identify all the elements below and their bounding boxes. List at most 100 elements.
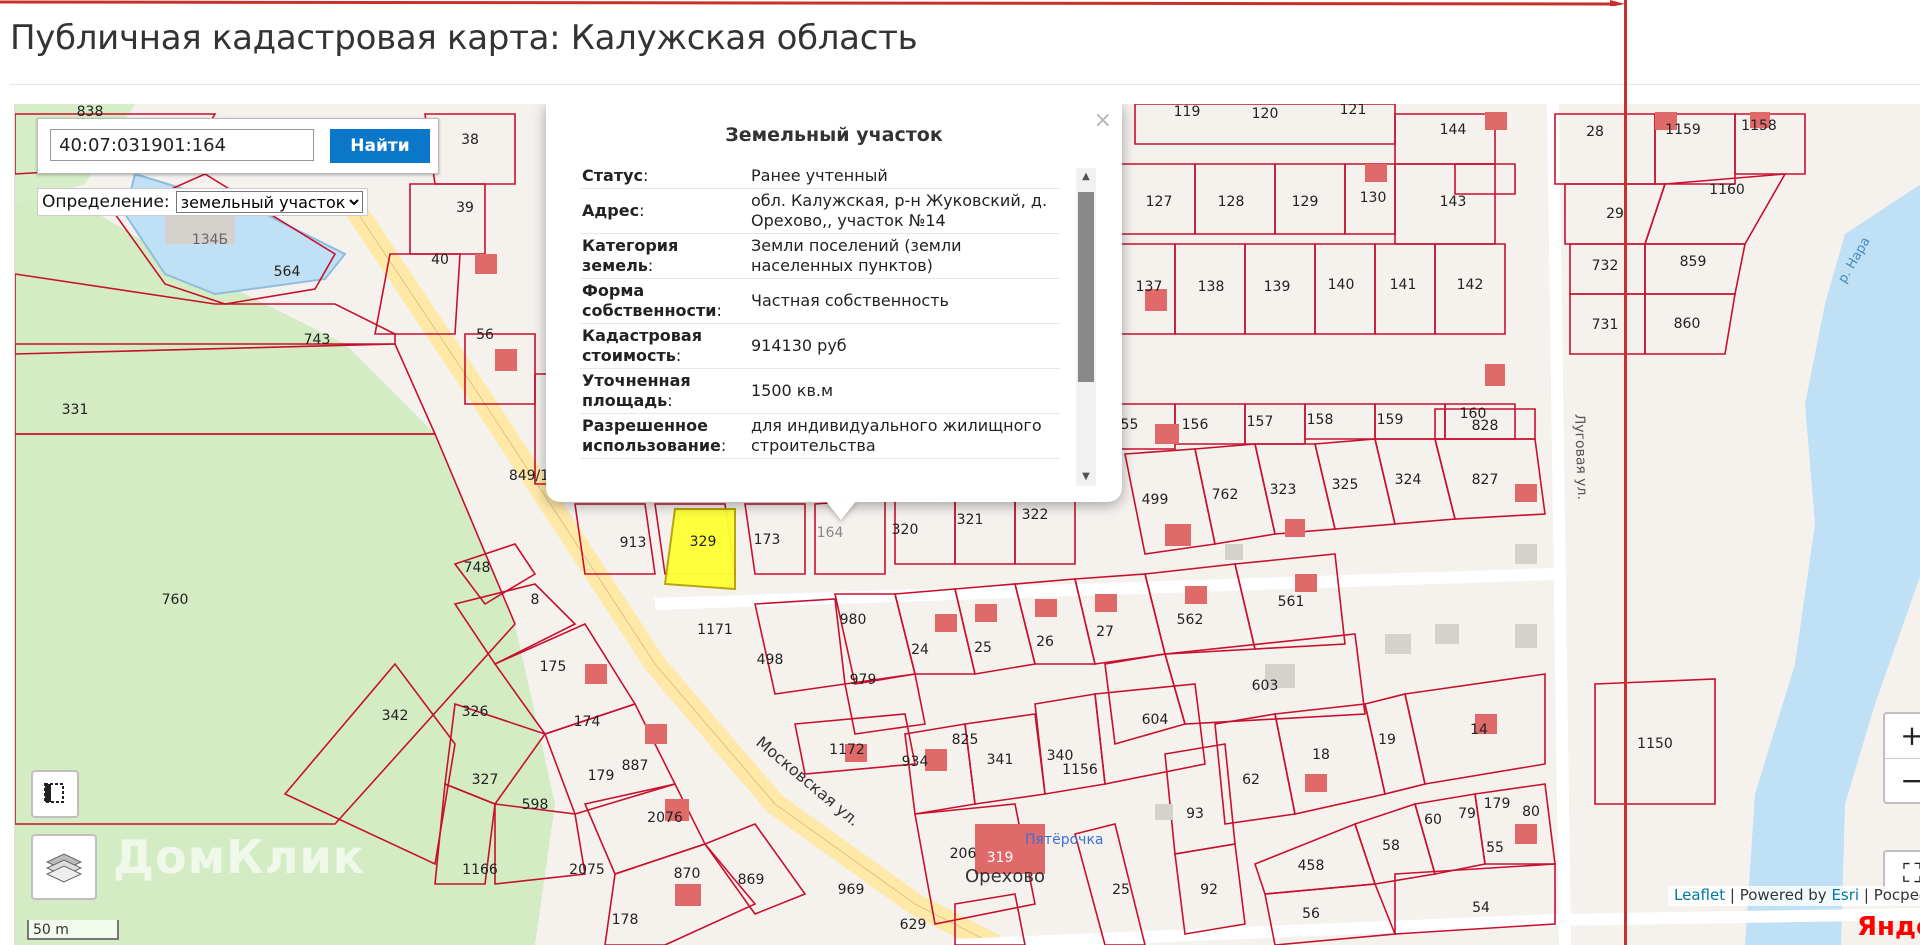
find-button[interactable]: Найти bbox=[330, 129, 430, 163]
parcel-number: 120 bbox=[1252, 106, 1279, 122]
river-nara bbox=[1745, 184, 1920, 945]
parcel-info-popup: × Земельный участок Статус: Ранее учтенны… bbox=[546, 104, 1122, 502]
definition-select[interactable]: земельный участок bbox=[175, 191, 363, 213]
parcel-number: 342 bbox=[382, 708, 409, 724]
parcel-number: 564 bbox=[274, 264, 301, 280]
parcel-number: 129 bbox=[1292, 194, 1319, 210]
parcel-number: 206 bbox=[950, 846, 977, 862]
parcel-number: 56 bbox=[1302, 906, 1320, 922]
esri-link[interactable]: Esri bbox=[1831, 886, 1859, 904]
attribute-value: обл. Калужская, р-н Жуковский, д. Орехов… bbox=[749, 188, 1060, 234]
layers-button[interactable] bbox=[31, 834, 97, 900]
scroll-up-icon[interactable]: ▲ bbox=[1076, 168, 1096, 186]
selection-icon bbox=[44, 783, 64, 803]
zoom-out-button[interactable]: − bbox=[1885, 759, 1920, 803]
parcel-number: 2075 bbox=[569, 862, 605, 878]
parcel-number: 92 bbox=[1200, 882, 1218, 898]
parcel-number: 980 bbox=[840, 612, 867, 628]
parcel-number: 731 bbox=[1592, 317, 1619, 333]
parcel-number: 1156 bbox=[1062, 762, 1098, 778]
parcel-number: 1150 bbox=[1637, 736, 1673, 752]
attribute-value: Частная собственность bbox=[749, 278, 1060, 324]
parcel-number: 121 bbox=[1340, 104, 1367, 118]
parcel-number: 1159 bbox=[1665, 122, 1701, 138]
parcel-number: 130 bbox=[1360, 190, 1387, 206]
parcel-number: 1171 bbox=[697, 622, 733, 638]
parcel-number: 887 bbox=[622, 758, 649, 774]
parcel-number: 2076 bbox=[647, 810, 683, 826]
attribute-row: Категория земель: Земли поселений (земли … bbox=[580, 233, 1060, 279]
parcel-number: 603 bbox=[1252, 678, 1279, 694]
cadastral-map[interactable]: 838 564 134Б 743 331 760 342 38 39 40 56… bbox=[14, 104, 1920, 945]
parcel-number: 119 bbox=[1174, 104, 1201, 120]
attribution-separator: | bbox=[1863, 886, 1869, 904]
parcel-number: 26 bbox=[1036, 634, 1054, 650]
parcel-number: 604 bbox=[1142, 712, 1169, 728]
top-red-arrow-line bbox=[0, 0, 1625, 6]
parcel-number: 179 bbox=[588, 768, 615, 784]
attribute-row: Статус: Ранее учтенный bbox=[580, 164, 1060, 189]
leaflet-link[interactable]: Leaflet bbox=[1674, 886, 1725, 904]
parcel-number: 80 bbox=[1522, 804, 1540, 820]
parcel-number: 743 bbox=[304, 332, 331, 348]
attribute-value: 914130 руб bbox=[749, 323, 1060, 369]
attribute-key: Форма собственности bbox=[582, 281, 717, 320]
parcel-number: 732 bbox=[1592, 258, 1619, 274]
attribute-key: Разрешенное использование bbox=[582, 416, 721, 455]
popup-pointer bbox=[825, 500, 857, 520]
attribute-key: Статус bbox=[582, 166, 643, 185]
parcel-number: 175 bbox=[540, 659, 567, 675]
zoom-in-button[interactable]: + bbox=[1885, 714, 1920, 759]
parcel-number: 321 bbox=[957, 512, 984, 528]
parcel-number: 18 bbox=[1312, 747, 1330, 763]
parcel-number: 498 bbox=[757, 652, 784, 668]
parcel-number: 55 bbox=[1486, 840, 1504, 856]
parcel-number: 28 bbox=[1586, 124, 1604, 140]
definition-row: Определение: земельный участок bbox=[37, 188, 368, 216]
layers-icon bbox=[45, 853, 83, 883]
parcel-number: 142 bbox=[1457, 277, 1484, 293]
parcel-number: 54 bbox=[1472, 900, 1490, 916]
village-label: Орехово bbox=[965, 866, 1045, 887]
parcel-number: 322 bbox=[1022, 507, 1049, 523]
parcel-number: 56 bbox=[476, 327, 494, 343]
parcel-number: 326 bbox=[462, 704, 489, 720]
parcel-number: 869 bbox=[738, 872, 765, 888]
attribute-value: для индивидуального жилищного строительс… bbox=[749, 413, 1060, 459]
parcel-number: 913 bbox=[620, 535, 647, 551]
parcel-number: 164 bbox=[817, 525, 844, 541]
parcel-number: 499 bbox=[1142, 492, 1169, 508]
definition-label: Определение: bbox=[42, 192, 170, 212]
parcel-number: 173 bbox=[754, 532, 781, 548]
parcel-number: 329 bbox=[690, 534, 717, 550]
attribute-key: Кадастровая стоимость bbox=[582, 326, 702, 365]
yandex-logo: Янде bbox=[1857, 912, 1920, 942]
parcel-number: 8 bbox=[531, 592, 540, 608]
search-panel: Найти bbox=[37, 118, 439, 174]
parcel-number: 762 bbox=[1212, 487, 1239, 503]
parcel-number: 969 bbox=[838, 882, 865, 898]
attribute-row: Адрес: обл. Калужская, р-н Жуковский, д. … bbox=[580, 188, 1060, 234]
parcel-attributes-table: Статус: Ранее учтенный Адрес: обл. Калужск… bbox=[580, 164, 1060, 459]
parcel-number: 979 bbox=[850, 672, 877, 688]
parcel-number: 160 bbox=[1460, 406, 1487, 422]
cadastral-number-input[interactable] bbox=[50, 129, 314, 161]
parcel-number: 128 bbox=[1218, 194, 1245, 210]
scroll-down-icon[interactable]: ▼ bbox=[1076, 468, 1096, 486]
parcel-number: 825 bbox=[952, 732, 979, 748]
attribute-key: Уточненная площадь bbox=[582, 371, 691, 410]
scroll-thumb[interactable] bbox=[1078, 192, 1094, 382]
title-divider bbox=[10, 84, 1920, 85]
parcel-number: 860 bbox=[1674, 316, 1701, 332]
parcel-number: 60 bbox=[1424, 812, 1442, 828]
attribute-row: Уточненная площадь: 1500 кв.м bbox=[580, 368, 1060, 414]
parcel-number: 327 bbox=[472, 772, 499, 788]
popup-scrollbar[interactable]: ▲ ▼ bbox=[1076, 168, 1096, 486]
parcel-number: 27 bbox=[1096, 624, 1114, 640]
area-select-button[interactable] bbox=[31, 770, 79, 818]
scale-bar: 50 m bbox=[27, 920, 119, 940]
attribute-key: Адрес bbox=[582, 201, 640, 220]
parcel-number: 934 bbox=[902, 754, 929, 770]
parcel-number: 140 bbox=[1328, 277, 1355, 293]
parcel-number: 29 bbox=[1606, 206, 1624, 222]
